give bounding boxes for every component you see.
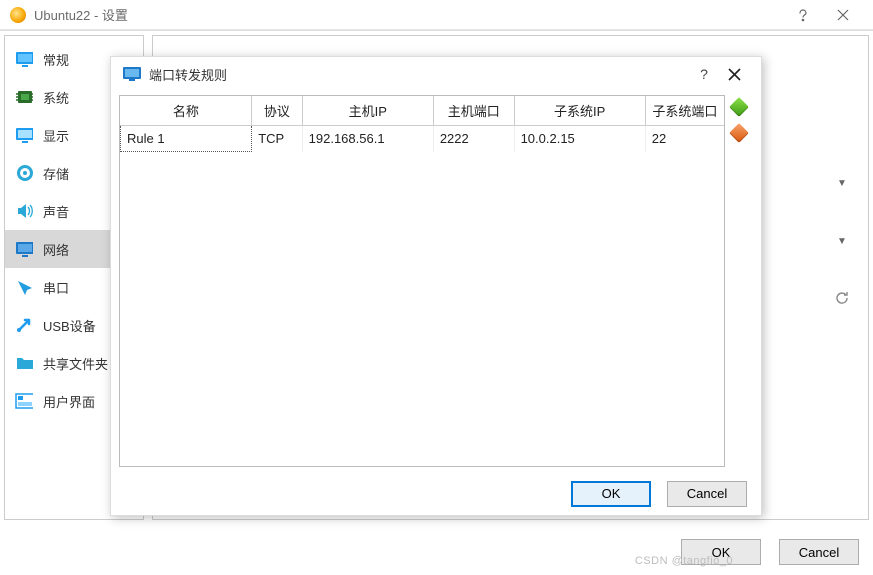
dialog-body: 名称 协议 主机IP 主机端口 子系统IP 子系统端口 Rule 1 TCP 1… [111, 91, 761, 471]
remove-rule-button[interactable] [729, 123, 749, 143]
sidebar-item-label: 串口 [43, 278, 69, 297]
dropdown-arrow[interactable]: ▼ [828, 232, 856, 247]
virtualbox-icon [10, 7, 26, 23]
cell-guest-ip[interactable]: 10.0.2.15 [514, 126, 645, 152]
main-window-titlebar: Ubuntu22 - 设置 [0, 0, 873, 30]
cell-guest-port[interactable]: 22 [645, 126, 724, 152]
cell-host-port[interactable]: 2222 [433, 126, 514, 152]
sidebar-item-label: 存储 [43, 164, 69, 183]
minus-icon [729, 123, 749, 143]
col-guest-port[interactable]: 子系统端口 [645, 96, 724, 126]
folder-icon [15, 355, 33, 371]
sidebar-item-label: 显示 [43, 126, 69, 145]
cell-protocol[interactable]: TCP [252, 126, 302, 152]
port-forwarding-dialog: 端口转发规则 ? 名称 协议 主机IP 主机端口 子系统IP 子系统端口 [110, 56, 762, 516]
usb-icon [15, 316, 33, 334]
rules-table[interactable]: 名称 协议 主机IP 主机端口 子系统IP 子系统端口 Rule 1 TCP 1… [119, 95, 725, 467]
dialog-titlebar: 端口转发规则 ? [111, 57, 761, 91]
speaker-icon [15, 202, 33, 220]
network-icon [15, 241, 33, 257]
sidebar-item-label: USB设备 [43, 316, 96, 335]
table-toolbar [729, 95, 753, 467]
chip-icon [15, 89, 33, 105]
sidebar-item-label: 用户界面 [43, 392, 95, 411]
add-rule-button[interactable] [729, 97, 749, 117]
serial-port-icon [15, 278, 33, 296]
cancel-button[interactable]: Cancel [667, 481, 747, 507]
window-title: Ubuntu22 - 设置 [34, 5, 128, 24]
col-host-port[interactable]: 主机端口 [433, 96, 514, 126]
cell-name[interactable]: Rule 1 [121, 126, 252, 152]
help-button[interactable]: ? [689, 66, 719, 82]
cancel-button[interactable]: Cancel [779, 539, 859, 565]
plus-icon [729, 97, 749, 117]
disk-icon [15, 164, 33, 182]
table-row[interactable]: Rule 1 TCP 192.168.56.1 2222 10.0.2.15 2… [121, 126, 725, 152]
dialog-title: 端口转发规则 [149, 65, 227, 84]
help-button[interactable] [783, 1, 823, 29]
dropdown-arrow[interactable]: ▼ [828, 174, 856, 189]
sidebar-item-label: 共享文件夹 [43, 354, 108, 373]
col-guest-ip[interactable]: 子系统IP [514, 96, 645, 126]
close-button[interactable] [823, 1, 863, 29]
sidebar-item-label: 系统 [43, 88, 69, 107]
cell-host-ip[interactable]: 192.168.56.1 [302, 126, 433, 152]
sidebar-item-label: 声音 [43, 202, 69, 221]
refresh-button[interactable] [828, 290, 856, 309]
table-header-row: 名称 协议 主机IP 主机端口 子系统IP 子系统端口 [121, 96, 725, 126]
col-protocol[interactable]: 协议 [252, 96, 302, 126]
sidebar-item-label: 网络 [43, 240, 69, 259]
dialog-footer: OK Cancel [111, 471, 761, 515]
watermark-text: CSDN @tangfio_0 [635, 555, 733, 567]
ok-button[interactable]: OK [571, 481, 651, 507]
layout-icon [15, 393, 33, 409]
sidebar-item-label: 常规 [43, 50, 69, 69]
display-icon [15, 127, 33, 143]
col-name[interactable]: 名称 [121, 96, 252, 126]
close-button[interactable] [719, 68, 749, 81]
network-icon [123, 67, 141, 81]
col-host-ip[interactable]: 主机IP [302, 96, 433, 126]
monitor-icon [15, 51, 33, 67]
